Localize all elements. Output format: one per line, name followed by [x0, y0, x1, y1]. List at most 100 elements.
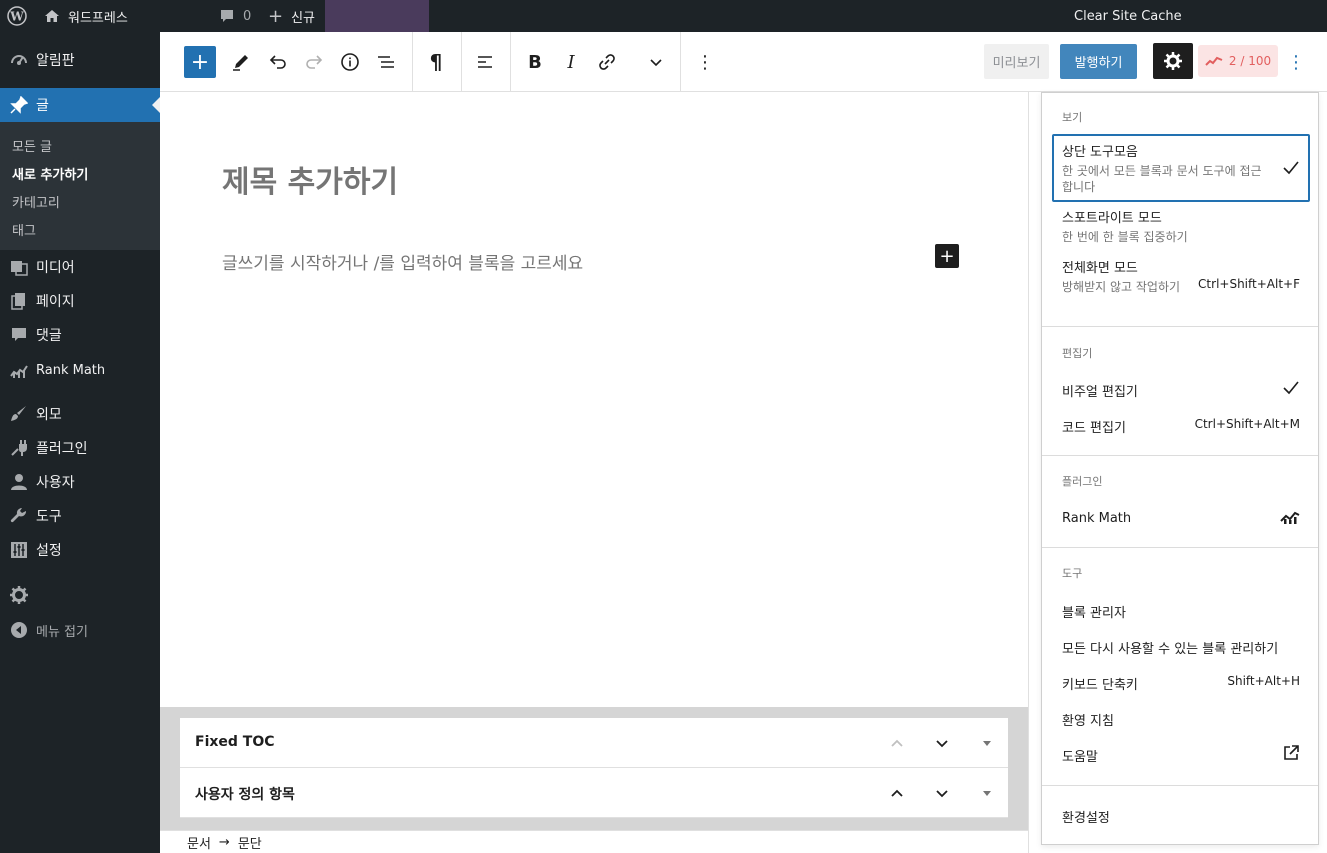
- sidebar-item-label: 설정: [36, 543, 62, 559]
- align-button[interactable]: [469, 46, 501, 78]
- details-button[interactable]: [334, 46, 366, 78]
- chevron-down-icon: [936, 790, 948, 798]
- sidebar-item-pages[interactable]: 페이지: [0, 284, 160, 318]
- menu-item-label: 환경설정: [1062, 811, 1110, 826]
- menu-item-preferences[interactable]: 환경설정: [1062, 807, 1300, 826]
- move-up-button[interactable]: [886, 782, 908, 804]
- bold-button[interactable]: B: [519, 46, 551, 78]
- block-options-button[interactable]: ⋮: [689, 46, 721, 78]
- menu-item-description: 방해받지 않고 작업하기: [1062, 280, 1181, 294]
- settings-button[interactable]: [1153, 43, 1193, 79]
- sidebar-item-appearance[interactable]: 외모: [0, 397, 160, 431]
- link-button[interactable]: [591, 46, 623, 78]
- redo-button[interactable]: [298, 46, 330, 78]
- menu-item-label: 모든 다시 사용할 수 있는 블록 관리하기: [1062, 642, 1279, 657]
- list-view-icon: [378, 56, 394, 68]
- editor-canvas: 제목 추가하기 글쓰기를 시작하거나 /를 입력하여 블록을 고르세요 +: [160, 92, 1028, 707]
- submenu-add-new[interactable]: 새로 추가하기: [12, 164, 88, 183]
- rank-math-score-button[interactable]: 2 / 100: [1198, 45, 1278, 77]
- new-label: 신규: [291, 10, 316, 26]
- menu-item-label: 키보드 단축키: [1062, 678, 1138, 693]
- toggle-panel-button[interactable]: [976, 732, 998, 754]
- italic-button[interactable]: I: [555, 46, 587, 78]
- list-view-button[interactable]: [370, 46, 402, 78]
- sidebar-item-dashboard[interactable]: 알림판: [0, 43, 160, 77]
- submenu-tags[interactable]: 태그: [12, 220, 36, 239]
- menu-item-top-toolbar[interactable]: 상단 도구모음 한 곳에서 모든 블록과 문서 도구에 접근합니다: [1062, 141, 1300, 195]
- move-up-button[interactable]: [886, 732, 908, 754]
- menu-item-code-editor[interactable]: 코드 편집기 Ctrl+Shift+Alt+M: [1062, 417, 1300, 436]
- sidebar-item-label: 미디어: [36, 260, 75, 276]
- metabox-custom-fields[interactable]: 사용자 정의 항목: [180, 768, 1008, 818]
- preview-button[interactable]: 미리보기: [984, 44, 1049, 79]
- section-label-plugins: 플러그인: [1062, 475, 1103, 488]
- move-down-button[interactable]: [931, 732, 953, 754]
- paragraph-placeholder[interactable]: 글쓰기를 시작하거나 /를 입력하여 블록을 고르세요: [222, 249, 583, 274]
- metabox-fixed-toc[interactable]: Fixed TOC: [180, 718, 1008, 768]
- rankmath-icon: [1205, 56, 1223, 66]
- sidebar-item-label: 플러그인: [36, 441, 88, 457]
- rankmath-icon: [1280, 509, 1300, 529]
- clear-cache-link[interactable]: Clear Site Cache: [1074, 0, 1182, 32]
- toggle-panel-button[interactable]: [976, 782, 998, 804]
- block-inserter-button[interactable]: +: [184, 46, 216, 78]
- menu-item-visual-editor[interactable]: 비주얼 편집기: [1062, 381, 1300, 400]
- comment-icon: [219, 8, 235, 24]
- brush-icon: [9, 404, 29, 424]
- more-formats-button[interactable]: [640, 46, 672, 78]
- caret-down-icon: [983, 791, 991, 796]
- sidebar-item-label: 페이지: [36, 294, 75, 310]
- menu-item-manage-reusable-blocks[interactable]: 모든 다시 사용할 수 있는 블록 관리하기: [1062, 638, 1300, 657]
- menu-item-help[interactable]: 도움말: [1062, 745, 1300, 765]
- chevron-up-icon: [891, 789, 903, 797]
- sidebar-collapse-menu[interactable]: 메뉴 접기: [0, 613, 160, 647]
- add-block-button[interactable]: +: [935, 244, 959, 268]
- sidebar-gear[interactable]: [0, 578, 160, 612]
- menu-item-fullscreen-mode[interactable]: 전체화면 모드 방해받지 않고 작업하기 Ctrl+Shift+Alt+F: [1062, 257, 1300, 295]
- sidebar-item-rank-math[interactable]: Rank Math: [0, 353, 160, 387]
- tools-button[interactable]: [225, 46, 257, 78]
- editor-toolbar: + ¶ B I ⋮ 미리보기 발행하기 2 / 100 ⋮: [160, 32, 1327, 92]
- menu-item-label: Rank Math: [1062, 511, 1132, 526]
- comments-link[interactable]: 0: [219, 0, 251, 32]
- post-title-input[interactable]: 제목 추가하기: [222, 157, 398, 201]
- sidebar-item-comments[interactable]: 댓글: [0, 318, 160, 352]
- sidebar-item-plugins[interactable]: 플러그인: [0, 431, 160, 465]
- submenu-all-posts[interactable]: 모든 글: [12, 136, 52, 155]
- breadcrumb-paragraph[interactable]: 문단: [238, 833, 262, 852]
- menu-item-label: 비주얼 편집기: [1062, 385, 1138, 400]
- breadcrumb-arrow: →: [218, 834, 230, 850]
- submenu-categories[interactable]: 카테고리: [12, 192, 60, 211]
- menu-item-label: 스포트라이트 모드: [1062, 211, 1162, 226]
- sidebar-item-settings[interactable]: 설정: [0, 533, 160, 567]
- menu-item-welcome-guide[interactable]: 환영 지침: [1062, 710, 1300, 729]
- options-menu-button[interactable]: ⋮: [1284, 46, 1308, 78]
- undo-button[interactable]: [262, 46, 294, 78]
- link-icon: [599, 54, 615, 70]
- wordpress-logo-icon[interactable]: W: [6, 0, 28, 32]
- wrench-icon: [9, 506, 29, 526]
- menu-item-rank-math[interactable]: Rank Math: [1062, 511, 1300, 526]
- chevron-down-icon: [650, 59, 662, 67]
- check-icon: [1282, 159, 1300, 181]
- sidebar-item-users[interactable]: 사용자: [0, 465, 160, 499]
- sidebar-item-posts[interactable]: 글: [0, 88, 160, 122]
- pin-icon: [9, 95, 29, 115]
- menu-item-description: 한 곳에서 모든 블록과 문서 도구에 접근합니다: [1062, 164, 1262, 194]
- paragraph-block-button[interactable]: ¶: [420, 46, 452, 78]
- menu-item-block-manager[interactable]: 블록 관리자: [1062, 602, 1300, 621]
- redo-icon: [306, 55, 323, 69]
- new-content-link[interactable]: + 신규: [268, 0, 315, 32]
- site-name-link[interactable]: 워드프레스: [44, 0, 128, 32]
- toolbar-separator: [412, 32, 413, 92]
- move-down-button[interactable]: [931, 782, 953, 804]
- gear-icon: [9, 585, 29, 605]
- menu-item-spotlight-mode[interactable]: 스포트라이트 모드 한 번에 한 블록 집중하기: [1062, 207, 1300, 245]
- sidebar-item-tools[interactable]: 도구: [0, 499, 160, 533]
- menu-item-description: 한 번에 한 블록 집중하기: [1062, 230, 1188, 244]
- breadcrumb-document[interactable]: 문서: [187, 833, 211, 852]
- publish-button[interactable]: 발행하기: [1060, 44, 1137, 79]
- page-icon: [9, 291, 29, 311]
- sidebar-item-media[interactable]: 미디어: [0, 250, 160, 284]
- menu-item-keyboard-shortcuts[interactable]: 키보드 단축키 Shift+Alt+H: [1062, 674, 1300, 693]
